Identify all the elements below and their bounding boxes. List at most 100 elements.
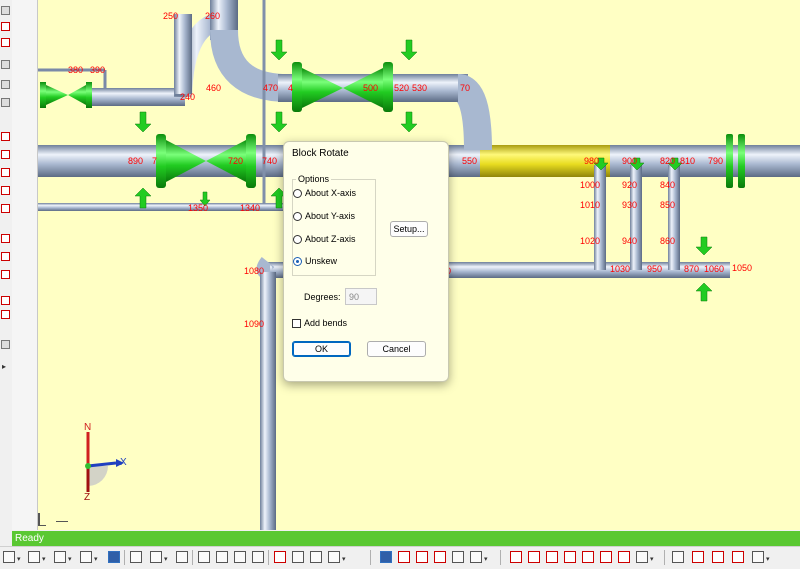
delta-icon[interactable] [216, 551, 228, 563]
hanger-tool-icon[interactable] [1, 252, 10, 261]
chevron-down-icon[interactable]: ▾ [650, 555, 654, 563]
pin-tool-icon[interactable] [380, 551, 392, 563]
pencil-icon[interactable] [672, 551, 684, 563]
expansion-joint-icon[interactable] [1, 310, 10, 319]
node-label: 460 [206, 83, 221, 93]
chart-view-icon[interactable] [636, 551, 648, 563]
axis-triad: N X Z [84, 422, 127, 503]
nozzle-tool-icon[interactable] [1, 270, 10, 279]
reducer-view-icon[interactable] [546, 551, 558, 563]
upper-down-bend[interactable] [454, 74, 492, 151]
select-box-icon[interactable] [752, 551, 764, 563]
radio-about-y-axis[interactable]: About Y-axis [293, 211, 355, 221]
radio-about-z-axis[interactable]: About Z-axis [293, 234, 356, 244]
tee-view-icon[interactable] [510, 551, 522, 563]
radio-about-x-axis[interactable]: About X-axis [293, 188, 356, 198]
node-label: 70 [460, 83, 470, 93]
left-panel-strip [12, 0, 38, 530]
node-label: 720 [228, 156, 243, 166]
add-bends-checkbox[interactable]: Add bends [292, 318, 347, 328]
annotate-icon[interactable] [732, 551, 744, 563]
spring-tool-icon[interactable] [1, 234, 10, 243]
cancel-button[interactable]: Cancel [367, 341, 426, 357]
node-label: 1080 [244, 266, 264, 276]
chevron-down-icon[interactable]: ▾ [164, 555, 168, 563]
checkbox-icon [292, 318, 301, 328]
valve-upper-left[interactable] [40, 82, 92, 108]
radio-label: About X-axis [305, 188, 357, 198]
undo-icon[interactable] [3, 551, 15, 563]
grid-view-icon[interactable] [54, 551, 66, 563]
stress-icon[interactable] [398, 551, 410, 563]
load-view-icon[interactable] [252, 551, 264, 563]
restraint-tool-icon[interactable] [1, 98, 10, 107]
restraint-view-icon[interactable] [470, 551, 482, 563]
chevron-down-icon[interactable]: ▾ [68, 555, 72, 563]
chevron-down-icon[interactable]: ▾ [484, 555, 488, 563]
node-label: 550 [462, 156, 477, 166]
node-label: 1060 [704, 264, 724, 274]
node-label: 850 [660, 200, 675, 210]
anchor-tool-icon[interactable] [1, 150, 10, 159]
settings-tool-icon[interactable] [1, 340, 10, 349]
hanger-view-icon[interactable] [150, 551, 162, 563]
valve-tool-icon[interactable] [1, 38, 10, 47]
code-stress-icon[interactable] [416, 551, 428, 563]
degrees-input[interactable] [345, 288, 377, 305]
elbow-view-icon[interactable] [600, 551, 612, 563]
volume-view-icon[interactable] [108, 551, 120, 563]
node-label: 1030 [610, 264, 630, 274]
chevron-down-icon[interactable]: ▾ [42, 555, 46, 563]
wind-icon[interactable] [292, 551, 304, 563]
radio-dot-icon [293, 188, 302, 198]
pen-red-icon[interactable] [692, 551, 704, 563]
displacement-icon[interactable] [234, 551, 246, 563]
node-label: 500 [363, 83, 378, 93]
block-rotate-dialog: Block Rotate Options About X-axis About … [283, 141, 449, 382]
bend-tool-icon[interactable] [1, 80, 10, 89]
flange-tool-icon[interactable] [1, 168, 10, 177]
tee-tool-icon[interactable] [1, 204, 10, 213]
select-tool-icon[interactable] [1, 6, 10, 15]
triangle-view-icon[interactable] [528, 551, 540, 563]
chevron-down-icon[interactable]: ▾ [17, 555, 21, 563]
node-label: 7 [152, 156, 157, 166]
pipe-view-icon[interactable] [28, 551, 40, 563]
upper-riser-pipe[interactable] [174, 14, 192, 94]
dialog-title: Block Rotate [292, 148, 349, 159]
node-numbers-icon[interactable] [176, 551, 188, 563]
expansion-joint-view-icon[interactable] [582, 551, 594, 563]
flange-view-icon[interactable] [564, 551, 576, 563]
node-label: 250 [163, 11, 178, 21]
radio-label: Unskew [305, 256, 338, 266]
pipe-tool-icon[interactable] [1, 22, 10, 31]
node-label: 1350 [188, 203, 208, 213]
load-tool-icon[interactable] [1, 132, 10, 141]
snubber-tool-icon[interactable] [1, 296, 10, 305]
lower-riser-pipe[interactable] [260, 272, 276, 530]
expansion-icon[interactable] [452, 551, 464, 563]
half-icon[interactable] [328, 551, 340, 563]
marker-icon[interactable] [712, 551, 724, 563]
setup-button[interactable]: Setup... [390, 221, 428, 237]
chevron-down-icon[interactable]: ▾ [94, 555, 98, 563]
add-bends-label: Add bends [304, 318, 348, 328]
upper-branch-pipe[interactable] [90, 88, 185, 106]
node-label: 1090 [244, 319, 264, 329]
chevron-down-icon[interactable]: ▾ [766, 555, 770, 563]
ok-button[interactable]: OK [292, 341, 351, 357]
sif-icon[interactable] [434, 551, 446, 563]
anchor-view-icon[interactable] [198, 551, 210, 563]
node-label: 810 [680, 156, 695, 166]
expand-arrow-icon[interactable]: ▸ [2, 362, 6, 371]
force-icon[interactable] [274, 551, 286, 563]
node-tool-icon[interactable] [1, 60, 10, 69]
uniform-load-icon[interactable] [310, 551, 322, 563]
node-label: 820 [660, 156, 675, 166]
radio-unskew[interactable]: Unskew [293, 256, 337, 266]
support-icon[interactable] [130, 551, 142, 563]
render-mode-icon[interactable] [80, 551, 92, 563]
reducer-tool-icon[interactable] [1, 186, 10, 195]
chevron-down-icon[interactable]: ▾ [342, 555, 346, 563]
nozzle-view-icon[interactable] [618, 551, 630, 563]
